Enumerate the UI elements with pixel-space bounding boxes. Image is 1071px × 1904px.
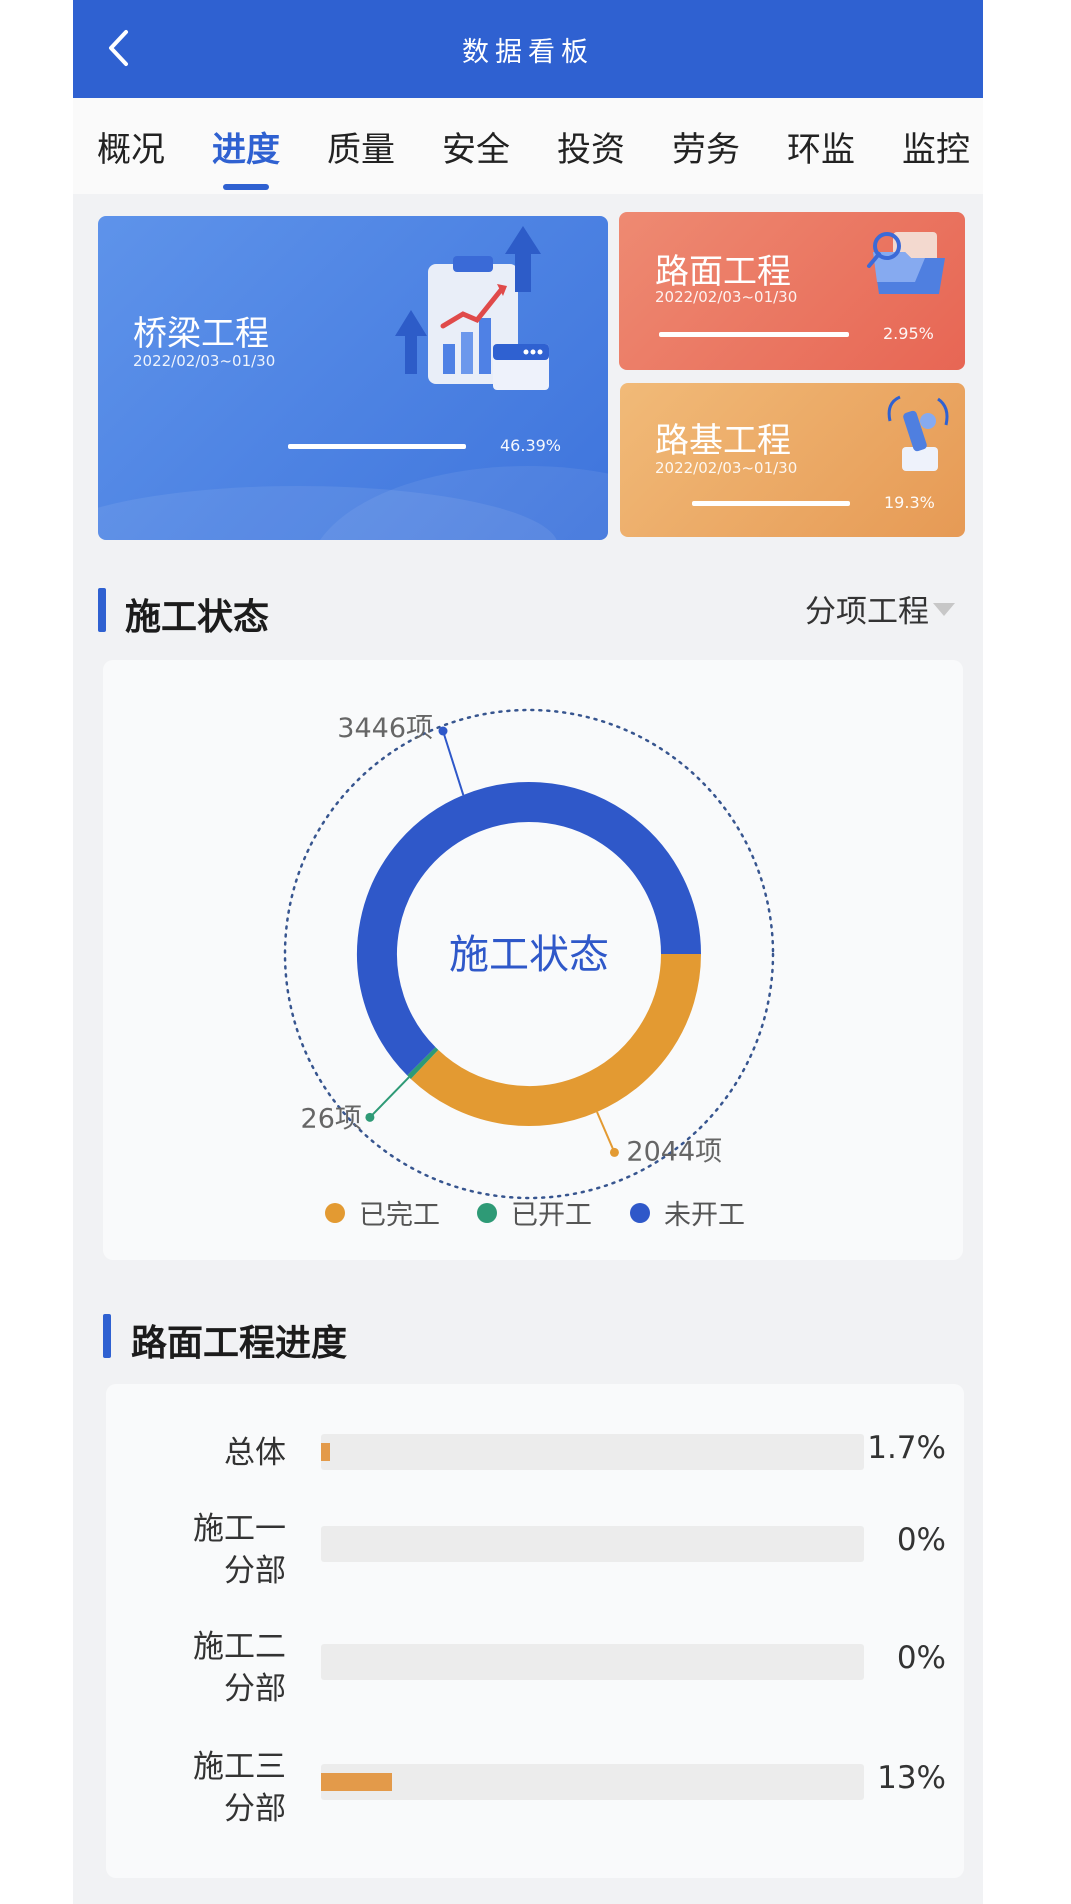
progress-fill — [321, 1773, 392, 1791]
leader-line-3 — [442, 730, 465, 796]
card-date: 2022/02/03~01/30 — [655, 459, 798, 477]
lab-equipment-icon — [887, 395, 949, 471]
clipboard-chart-icon — [395, 226, 549, 390]
card-progress-bar — [288, 444, 466, 449]
leader-dot-1 — [609, 1147, 619, 1157]
leader-line-1 — [596, 1111, 616, 1153]
triangle-down-icon — [933, 602, 955, 616]
progress-track — [321, 1644, 864, 1680]
data-label-3: 3446项 — [337, 713, 433, 744]
card-percent: 19.3% — [884, 493, 935, 512]
page-title: 数据看板 — [462, 37, 594, 68]
leader-dot-2 — [365, 1112, 375, 1122]
data-label-2: 26项 — [301, 1103, 362, 1134]
section-title: 施工状态 — [125, 597, 270, 638]
tab-bar: 概况 进度 质量 安全 投资 劳务 环监 监控 — [73, 98, 983, 194]
progress-percent: 0% — [896, 1522, 946, 1558]
tab-quality[interactable]: 质量 — [327, 122, 395, 171]
tab-progress[interactable]: 进度 — [212, 122, 280, 171]
card-progress-bar — [692, 501, 850, 506]
card-title: 路基工程 — [655, 421, 791, 461]
card-date: 2022/02/03~01/30 — [133, 352, 276, 370]
progress-row-label: 施工三 分部 — [193, 1749, 286, 1827]
legend-not-started[interactable]: 未开工 — [630, 1193, 745, 1232]
card-progress-bar — [659, 332, 849, 337]
card-title: 路面工程 — [655, 252, 791, 292]
leader-line-2 — [369, 1076, 410, 1119]
section-accent-bar — [103, 1314, 111, 1358]
donut-center-label: 施工状态 — [449, 932, 609, 978]
status-donut-chart: 2044项 26项 3446项施工状态 — [283, 708, 775, 1200]
legend-started[interactable]: 已开工 — [477, 1193, 592, 1232]
progress-percent: 0% — [896, 1640, 946, 1676]
folder-search-icon — [867, 232, 945, 294]
card-percent: 46.39% — [500, 436, 562, 455]
road-surface-project-card[interactable]: 路面工程 2022/02/03~01/30 2.95% — [619, 212, 965, 370]
legend-dot-not-started — [630, 1202, 650, 1223]
status-chart-panel: 2044项 26项 3446项施工状态 — [103, 660, 963, 1260]
category-dropdown[interactable]: 分项工程 — [805, 586, 957, 631]
roadbed-project-card[interactable]: 路基工程 2022/02/03~01/30 19.3% — [620, 383, 965, 537]
active-tab-indicator — [223, 184, 269, 190]
leader-dot-3 — [438, 726, 448, 736]
tab-environment[interactable]: 环监 — [787, 122, 855, 171]
donut-slice-2 — [407, 1047, 439, 1079]
tab-monitoring[interactable]: 监控 — [902, 122, 970, 171]
section-title: 路面工程进度 — [131, 1323, 348, 1364]
progress-row-label: 施工二 分部 — [193, 1629, 286, 1707]
app-screen: 数据看板 概况 进度 质量 安全 投资 劳务 环监 监控 桥梁工程 2022/0… — [73, 0, 983, 1904]
legend-completed[interactable]: 已完工 — [325, 1193, 440, 1232]
progress-percent: 1.7% — [867, 1430, 946, 1466]
progress-row-label: 施工一 分部 — [193, 1511, 286, 1589]
progress-percent: 13% — [877, 1760, 946, 1796]
tab-safety[interactable]: 安全 — [442, 122, 510, 171]
legend-label: 未开工 — [664, 1200, 745, 1231]
progress-row-label: 总体 — [224, 1435, 286, 1471]
bridge-project-card[interactable]: 桥梁工程 2022/02/03~01/30 46.39% — [98, 216, 608, 540]
tab-investment[interactable]: 投资 — [557, 122, 625, 171]
legend-dot-started — [477, 1202, 497, 1223]
progress-track — [321, 1434, 864, 1470]
progress-track — [321, 1764, 864, 1800]
tab-labor[interactable]: 劳务 — [672, 122, 740, 171]
tab-overview[interactable]: 概况 — [97, 122, 165, 171]
card-percent: 2.95% — [883, 324, 934, 343]
legend-dot-completed — [325, 1202, 345, 1223]
top-bar: 数据看板 — [73, 0, 983, 98]
progress-fill — [321, 1443, 331, 1461]
section-accent-bar — [98, 588, 106, 632]
dropdown-value: 分项工程 — [805, 594, 929, 630]
road-progress-panel: 总体 1.7% 施工一 分部 0% 施工二 分部 0% 施工三 分部 13% — [106, 1384, 964, 1878]
legend-label: 已开工 — [511, 1200, 592, 1231]
card-date: 2022/02/03~01/30 — [655, 288, 798, 306]
card-title: 桥梁工程 — [133, 314, 269, 354]
legend-label: 已完工 — [359, 1200, 440, 1231]
data-label-1: 2044项 — [626, 1136, 722, 1167]
progress-track — [321, 1526, 864, 1562]
